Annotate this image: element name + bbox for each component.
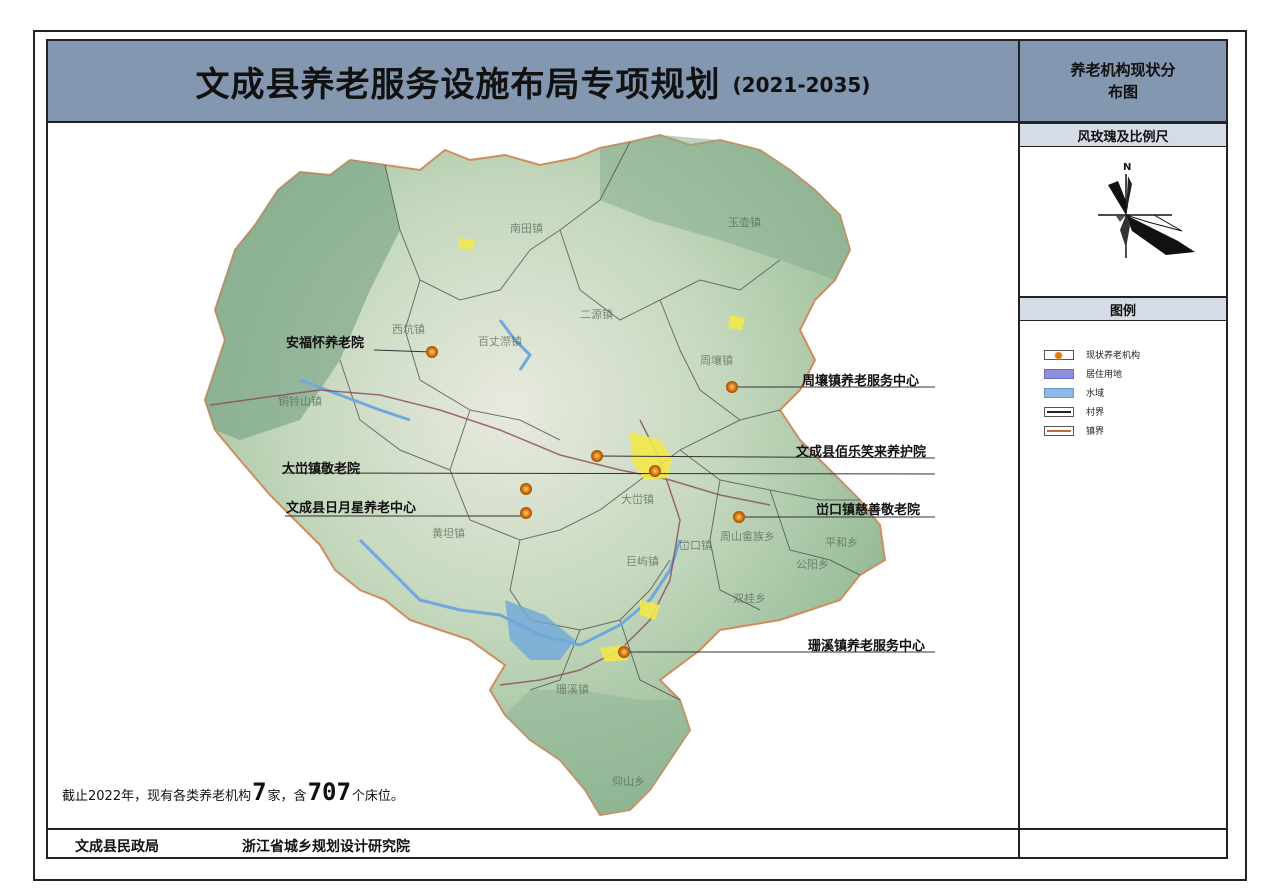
town-label: 铜铃山镇	[278, 394, 322, 408]
town-label: 黄坦镇	[432, 526, 465, 540]
town-label: 周山畲族乡	[720, 529, 775, 543]
facility-marker[interactable]	[520, 507, 532, 519]
note-prefix: 截止2022年，现有各类养老机构	[62, 789, 252, 804]
footer-institute: 浙江省城乡规划设计研究院	[242, 839, 410, 855]
town-label: 西坑镇	[392, 322, 425, 336]
town-label: 周壤镇	[700, 353, 733, 367]
summary-note: 截止2022年，现有各类养老机构 7 家，含 707 个床位。	[62, 778, 404, 806]
note-beds: 707	[307, 778, 351, 806]
facility-label: 峃口镇慈善敬老院	[816, 503, 921, 518]
facility-marker[interactable]	[733, 511, 745, 523]
town-label: 双桂乡	[733, 591, 766, 605]
mountain-shade-south	[505, 690, 690, 815]
facility-marker[interactable]	[426, 346, 438, 358]
town-label: 巨屿镇	[626, 554, 659, 568]
town-label: 二源镇	[580, 307, 613, 321]
facility-label: 文成县佰乐笑来养护院	[796, 445, 927, 460]
town-label: 玉壶镇	[728, 215, 761, 229]
town-label: 珊溪镇	[556, 682, 589, 696]
town-label: 仰山乡	[612, 774, 645, 788]
note-count: 7	[252, 778, 267, 806]
facility-label: 珊溪镇养老服务中心	[808, 639, 926, 654]
facility-label: 安福怀养老院	[286, 336, 365, 351]
note-suffix: 个床位。	[351, 789, 404, 804]
town-label: 大峃镇	[621, 492, 654, 506]
town-label: 公阳乡	[796, 558, 829, 571]
note-middle: 家，含	[267, 789, 307, 804]
county-map: 南田镇 玉壶镇 西坑镇 百丈漈镇 二源镇 周壤镇 大峃镇 黄坦镇 峃口镇 巨屿镇…	[203, 133, 936, 817]
facility-marker[interactable]	[618, 646, 630, 658]
town-label: 峃口镇	[679, 538, 712, 552]
town-label: 南田镇	[510, 221, 543, 235]
facility-marker[interactable]	[726, 381, 738, 393]
facility-label: 文成县日月星养老中心	[286, 501, 417, 516]
town-label: 百丈漈镇	[478, 334, 522, 348]
facility-marker[interactable]	[649, 465, 661, 477]
town-label: 平和乡	[825, 536, 858, 549]
footer-agency: 文成县民政局	[75, 839, 159, 855]
facility-marker[interactable]	[520, 483, 532, 495]
facility-label: 周壤镇养老服务中心	[802, 374, 920, 389]
facility-label: 大峃镇敬老院	[282, 462, 361, 477]
facility-marker[interactable]	[591, 450, 603, 462]
